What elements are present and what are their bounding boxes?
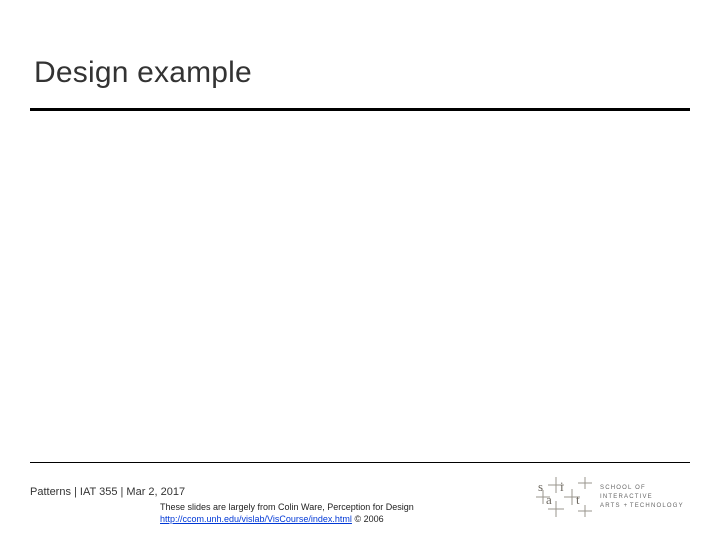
siat-logo-mark: s i a t [534,477,594,517]
slide-title: Design example [34,56,252,90]
siat-logo: s i a t SCHOOL OF INTERACTIVE ARTS + TEC… [534,474,690,520]
svg-text:i: i [560,479,564,494]
credit-text: These slides are largely from Colin Ware… [160,502,414,512]
logo-line2a: ARTS [600,503,624,509]
credit-block: These slides are largely from Colin Ware… [160,502,414,525]
divider-top [30,108,690,111]
slide: Design example Patterns | IAT 355 | Mar … [0,0,720,540]
logo-line1: SCHOOL OF INTERACTIVE [600,485,653,500]
footer-line: Patterns | IAT 355 | Mar 2, 2017 [30,486,185,498]
siat-logo-text: SCHOOL OF INTERACTIVE ARTS + TECHNOLOGY [600,484,690,511]
svg-text:s: s [538,479,543,494]
credit-link[interactable]: http://ccom.unh.edu/vislab/VisCourse/ind… [160,514,352,524]
logo-line2b: TECHNOLOGY [627,503,684,509]
svg-text:t: t [576,492,580,507]
credit-suffix: © 2006 [352,514,384,524]
svg-text:a: a [546,492,552,507]
divider-bottom [30,462,690,463]
